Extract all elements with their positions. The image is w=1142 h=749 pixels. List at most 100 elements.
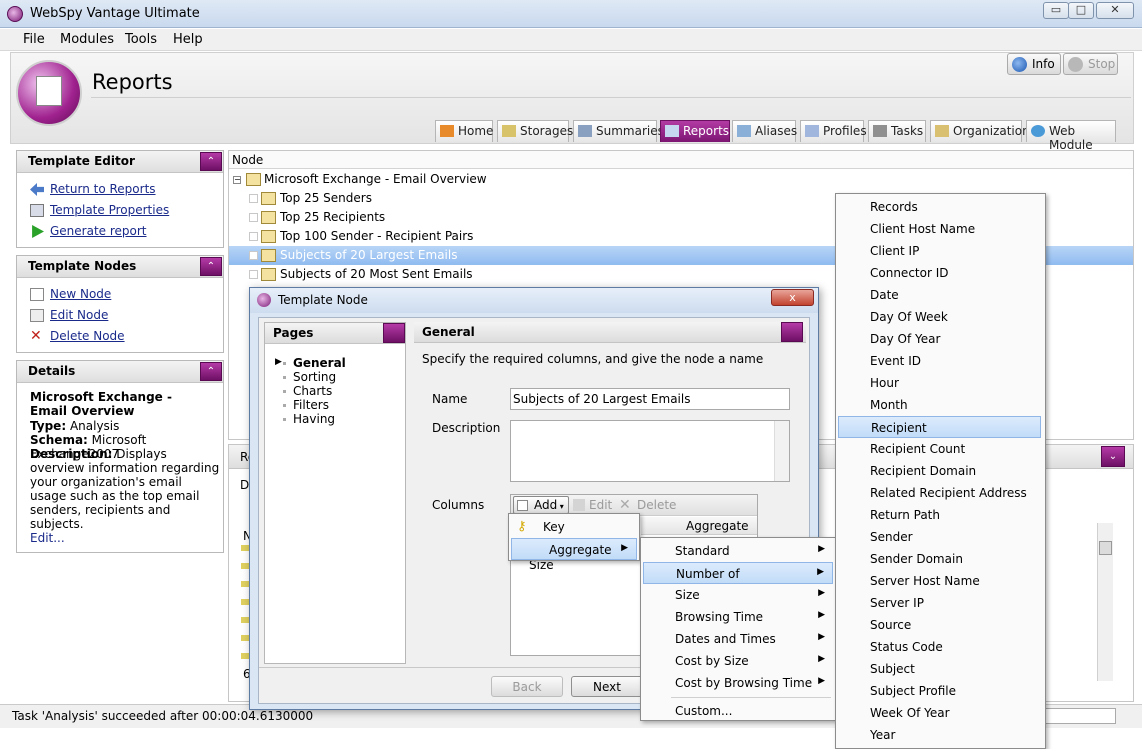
field-item[interactable]: Related Recipient Address xyxy=(838,482,1041,504)
tab-profiles[interactable]: Profiles xyxy=(800,120,867,142)
add-button[interactable]: Add ▾ xyxy=(513,496,569,514)
menu-help[interactable]: Help xyxy=(173,32,203,47)
tab-web-module[interactable]: Web Module xyxy=(1026,120,1116,152)
field-item[interactable]: Date xyxy=(838,284,1041,306)
collapse-toggle-icon[interactable]: − xyxy=(233,176,241,184)
details-name: Microsoft Exchange - Email Overview xyxy=(30,390,172,418)
return-to-reports-link[interactable]: Return to Reports xyxy=(30,182,156,196)
menu-item-key[interactable]: ⚷ Key xyxy=(511,516,637,538)
menu-tools[interactable]: Tools xyxy=(125,32,157,47)
description-field[interactable] xyxy=(510,420,790,482)
menu-item-dates-and-times[interactable]: Dates and Times ▶ xyxy=(643,628,833,650)
page-filters[interactable]: Filters xyxy=(283,398,329,412)
tasks-icon xyxy=(873,125,887,137)
menu-modules[interactable]: Modules xyxy=(60,32,114,47)
menu-item-aggregate[interactable]: Aggregate ▶ xyxy=(511,538,637,560)
details-type: Type: Analysis xyxy=(30,419,120,433)
info-button[interactable]: Info xyxy=(1007,53,1061,75)
description-scrollbar[interactable] xyxy=(774,421,789,481)
page-general[interactable]: General xyxy=(283,356,346,370)
field-item[interactable]: Week Of Year xyxy=(838,702,1041,724)
field-item[interactable]: Recipient Count xyxy=(838,438,1041,460)
collapse-icon[interactable] xyxy=(781,322,803,342)
aliases-icon xyxy=(737,125,751,137)
collapse-icon[interactable]: ⌃ xyxy=(200,257,222,276)
generate-report-link[interactable]: Generate report xyxy=(30,224,147,238)
email-envelope-icon xyxy=(246,173,261,186)
next-button[interactable]: Next xyxy=(571,676,643,697)
tab-aliases[interactable]: Aliases xyxy=(732,120,797,142)
close-window-button[interactable]: ✕ xyxy=(1096,2,1134,19)
aggregate-column-header[interactable]: Aggregate xyxy=(641,517,757,535)
field-item[interactable]: Month xyxy=(838,394,1041,416)
menu-item-number-of[interactable]: Number of ▶ xyxy=(643,562,833,584)
details-description: Description: Displays overview informati… xyxy=(30,447,220,531)
field-item[interactable]: Event ID xyxy=(838,350,1041,372)
tab-summaries[interactable]: Summaries xyxy=(573,120,664,142)
scrollbar[interactable] xyxy=(1097,523,1113,681)
play-icon xyxy=(32,225,44,238)
menu-item-cost-by-size[interactable]: Cost by Size ▶ xyxy=(643,650,833,672)
name-field[interactable]: Subjects of 20 Largest Emails xyxy=(510,388,790,410)
collapse-icon[interactable]: ⌃ xyxy=(200,152,222,171)
menu-item-standard[interactable]: Standard ▶ xyxy=(643,540,833,562)
tab-tasks[interactable]: Tasks xyxy=(868,120,926,142)
progress-bar xyxy=(1042,708,1116,724)
node-icon xyxy=(261,192,276,205)
field-item[interactable]: Sender xyxy=(838,526,1041,548)
delete-x-icon: ✕ xyxy=(30,328,42,344)
menu-item-size[interactable]: Size ▶ xyxy=(643,584,833,606)
field-item[interactable]: Subject xyxy=(838,658,1041,680)
collapse-icon[interactable]: ⌄ xyxy=(1101,446,1125,467)
template-properties-link[interactable]: Template Properties xyxy=(30,203,169,217)
menu-item-browsing-time[interactable]: Browsing Time ▶ xyxy=(643,606,833,628)
field-item[interactable]: Return Path xyxy=(838,504,1041,526)
field-item[interactable]: Client Host Name xyxy=(838,218,1041,240)
field-item[interactable]: Day Of Year xyxy=(838,328,1041,350)
field-item[interactable]: Recipient Domain xyxy=(838,460,1041,482)
key-icon: ⚷ xyxy=(517,519,527,534)
panel-title: Details xyxy=(17,361,223,383)
field-item[interactable]: Hour xyxy=(838,372,1041,394)
details-panel: Details ⌃ Microsoft Exchange - Email Ove… xyxy=(16,360,224,553)
field-item[interactable]: Subject Profile xyxy=(838,680,1041,702)
collapse-icon[interactable]: ⌃ xyxy=(200,362,222,381)
field-item[interactable]: Server Host Name xyxy=(838,570,1041,592)
delete-node-link[interactable]: ✕ Delete Node xyxy=(30,329,125,343)
menu-item-custom[interactable]: Custom... xyxy=(643,700,833,722)
tab-storages[interactable]: Storages xyxy=(497,120,573,142)
page-sorting[interactable]: Sorting xyxy=(283,370,336,384)
field-item[interactable]: Source xyxy=(838,614,1041,636)
edit-column-button[interactable]: Edit xyxy=(573,498,612,512)
new-node-link[interactable]: New Node xyxy=(30,287,111,301)
page-having[interactable]: Having xyxy=(283,412,335,426)
collapse-icon[interactable] xyxy=(383,323,405,343)
page-charts[interactable]: Charts xyxy=(283,384,332,398)
dialog-close-button[interactable]: x xyxy=(771,289,814,306)
edit-details-link[interactable]: Edit... xyxy=(30,531,65,545)
field-item[interactable]: Connector ID xyxy=(838,262,1041,284)
aggregate-submenu: Standard ▶ Number of ▶ Size ▶ Browsing Time… xyxy=(640,537,836,721)
maximize-button[interactable]: □ xyxy=(1068,2,1094,19)
instruction-text: Specify the required columns, and give t… xyxy=(422,352,764,366)
stop-button[interactable]: Stop xyxy=(1063,53,1118,75)
field-item[interactable]: Day Of Week xyxy=(838,306,1041,328)
edit-node-link[interactable]: Edit Node xyxy=(30,308,108,322)
field-item[interactable]: Server IP xyxy=(838,592,1041,614)
back-button[interactable]: Back xyxy=(491,676,563,697)
tab-home[interactable]: Home xyxy=(435,120,493,142)
tab-reports[interactable]: Reports xyxy=(660,120,730,142)
field-item[interactable]: Records xyxy=(838,196,1041,218)
field-item[interactable]: Year xyxy=(838,724,1041,746)
reports-logo-icon xyxy=(16,60,82,126)
tab-organization[interactable]: Organization xyxy=(930,120,1030,142)
field-item-recipient-selected[interactable]: Recipient xyxy=(838,416,1041,438)
menu-file[interactable]: File xyxy=(23,32,45,47)
minimize-button[interactable]: ▭ xyxy=(1043,2,1069,19)
menu-item-cost-by-browsing-time[interactable]: Cost by Browsing Time ▶ xyxy=(643,672,833,694)
field-item[interactable]: Sender Domain xyxy=(838,548,1041,570)
tree-root-node[interactable]: − Microsoft Exchange - Email Overview xyxy=(229,170,1133,189)
delete-column-button[interactable]: ✕ Delete xyxy=(619,497,676,513)
field-item[interactable]: Client IP xyxy=(838,240,1041,262)
field-item[interactable]: Status Code xyxy=(838,636,1041,658)
